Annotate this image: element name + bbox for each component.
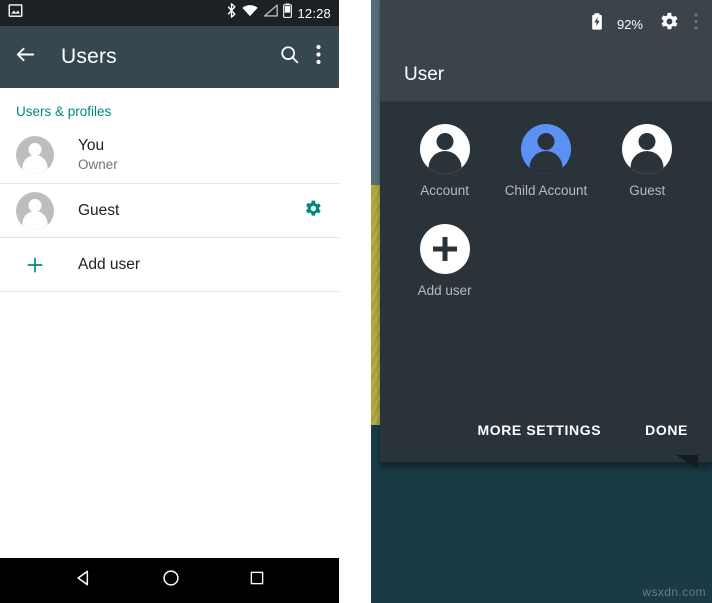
qs-status-bar: 92%	[380, 0, 712, 48]
avatar-icon	[16, 136, 54, 174]
avatar-icon	[622, 124, 673, 174]
status-bar-right-icons: 12:28	[226, 3, 331, 23]
users-list: Users & profiles You Owner Guest Add use…	[0, 88, 339, 554]
user-tile-label: Account	[420, 183, 470, 198]
list-item-texts: Guest	[78, 201, 119, 220]
user-switcher-panel: 92% User Account Child Account Guest Add…	[380, 0, 712, 462]
back-triangle-icon[interactable]	[74, 568, 94, 593]
home-circle-icon[interactable]	[161, 568, 181, 593]
user-tile-label: Child Account	[504, 183, 588, 198]
list-item-title: Guest	[78, 201, 120, 219]
plus-icon	[16, 255, 54, 275]
app-bar: Users	[0, 26, 339, 88]
battery-percent-label: 92%	[616, 16, 643, 32]
settings-users-screen: 12:28 Users Users & profiles You Owner G…	[0, 0, 339, 603]
screenshot-root: 12:28 Users Users & profiles You Owner G…	[0, 0, 712, 603]
settings-gear-icon[interactable]	[302, 198, 323, 224]
user-tile-label: Guest	[629, 183, 666, 198]
user-grid: Account Child Account Guest Add user	[394, 124, 698, 324]
status-bar-left-icons	[8, 3, 23, 23]
panel-body: Account Child Account Guest Add user	[380, 102, 712, 324]
list-item-title: You	[78, 137, 105, 155]
image-icon	[8, 3, 23, 23]
section-header-users-profiles: Users & profiles	[16, 104, 112, 119]
user-tile-account[interactable]: Account	[394, 124, 495, 198]
watermark-label: wsxdn.com	[642, 585, 706, 599]
list-item-add-user[interactable]: Add user	[0, 238, 339, 292]
avatar-icon	[419, 124, 470, 174]
status-bar: 12:28	[0, 0, 339, 26]
list-item-texts: Add user	[78, 255, 140, 274]
panel-title: User	[404, 63, 445, 85]
navigation-bar	[0, 558, 339, 603]
list-item-action[interactable]	[302, 198, 323, 224]
user-tile-add-user[interactable]: Add user	[394, 224, 495, 298]
panel-header: User	[380, 48, 712, 102]
list-item-title: Add user	[78, 255, 141, 273]
status-bar-clock: 12:28	[297, 5, 331, 21]
avatar-icon	[16, 191, 54, 230]
avatar-icon	[520, 124, 571, 174]
user-tile-label: Add user	[417, 283, 472, 298]
battery-icon	[283, 3, 293, 23]
user-tile-child-account[interactable]: Child Account	[495, 124, 596, 198]
wifi-icon	[242, 4, 259, 22]
battery-charging-icon	[591, 13, 603, 35]
overflow-menu-icon[interactable]	[316, 44, 321, 70]
page-title: Users	[61, 45, 117, 68]
app-bar-actions	[279, 44, 325, 70]
panel-footer: MORE SETTINGS DONE	[380, 398, 712, 462]
list-item-guest[interactable]: Guest	[0, 184, 339, 238]
more-settings-button[interactable]: MORE SETTINGS	[475, 416, 603, 444]
signal-icon	[263, 4, 279, 22]
quick-settings-user-switcher-screen: 92% User Account Child Account Guest Add…	[371, 0, 712, 603]
plus-icon	[419, 224, 470, 274]
gear-icon[interactable]	[657, 10, 680, 38]
search-icon[interactable]	[279, 44, 300, 70]
list-item-texts: You Owner	[78, 136, 118, 173]
recents-square-icon[interactable]	[248, 569, 266, 592]
overflow-menu-icon[interactable]	[694, 13, 698, 35]
back-arrow-icon[interactable]	[14, 43, 37, 71]
done-button[interactable]: DONE	[643, 416, 690, 444]
panel-fold-corner	[676, 455, 698, 469]
user-tile-guest[interactable]: Guest	[597, 124, 698, 198]
list-item-subtitle: Owner	[78, 156, 118, 172]
bluetooth-icon	[226, 3, 237, 23]
list-item-you[interactable]: You Owner	[0, 127, 339, 184]
